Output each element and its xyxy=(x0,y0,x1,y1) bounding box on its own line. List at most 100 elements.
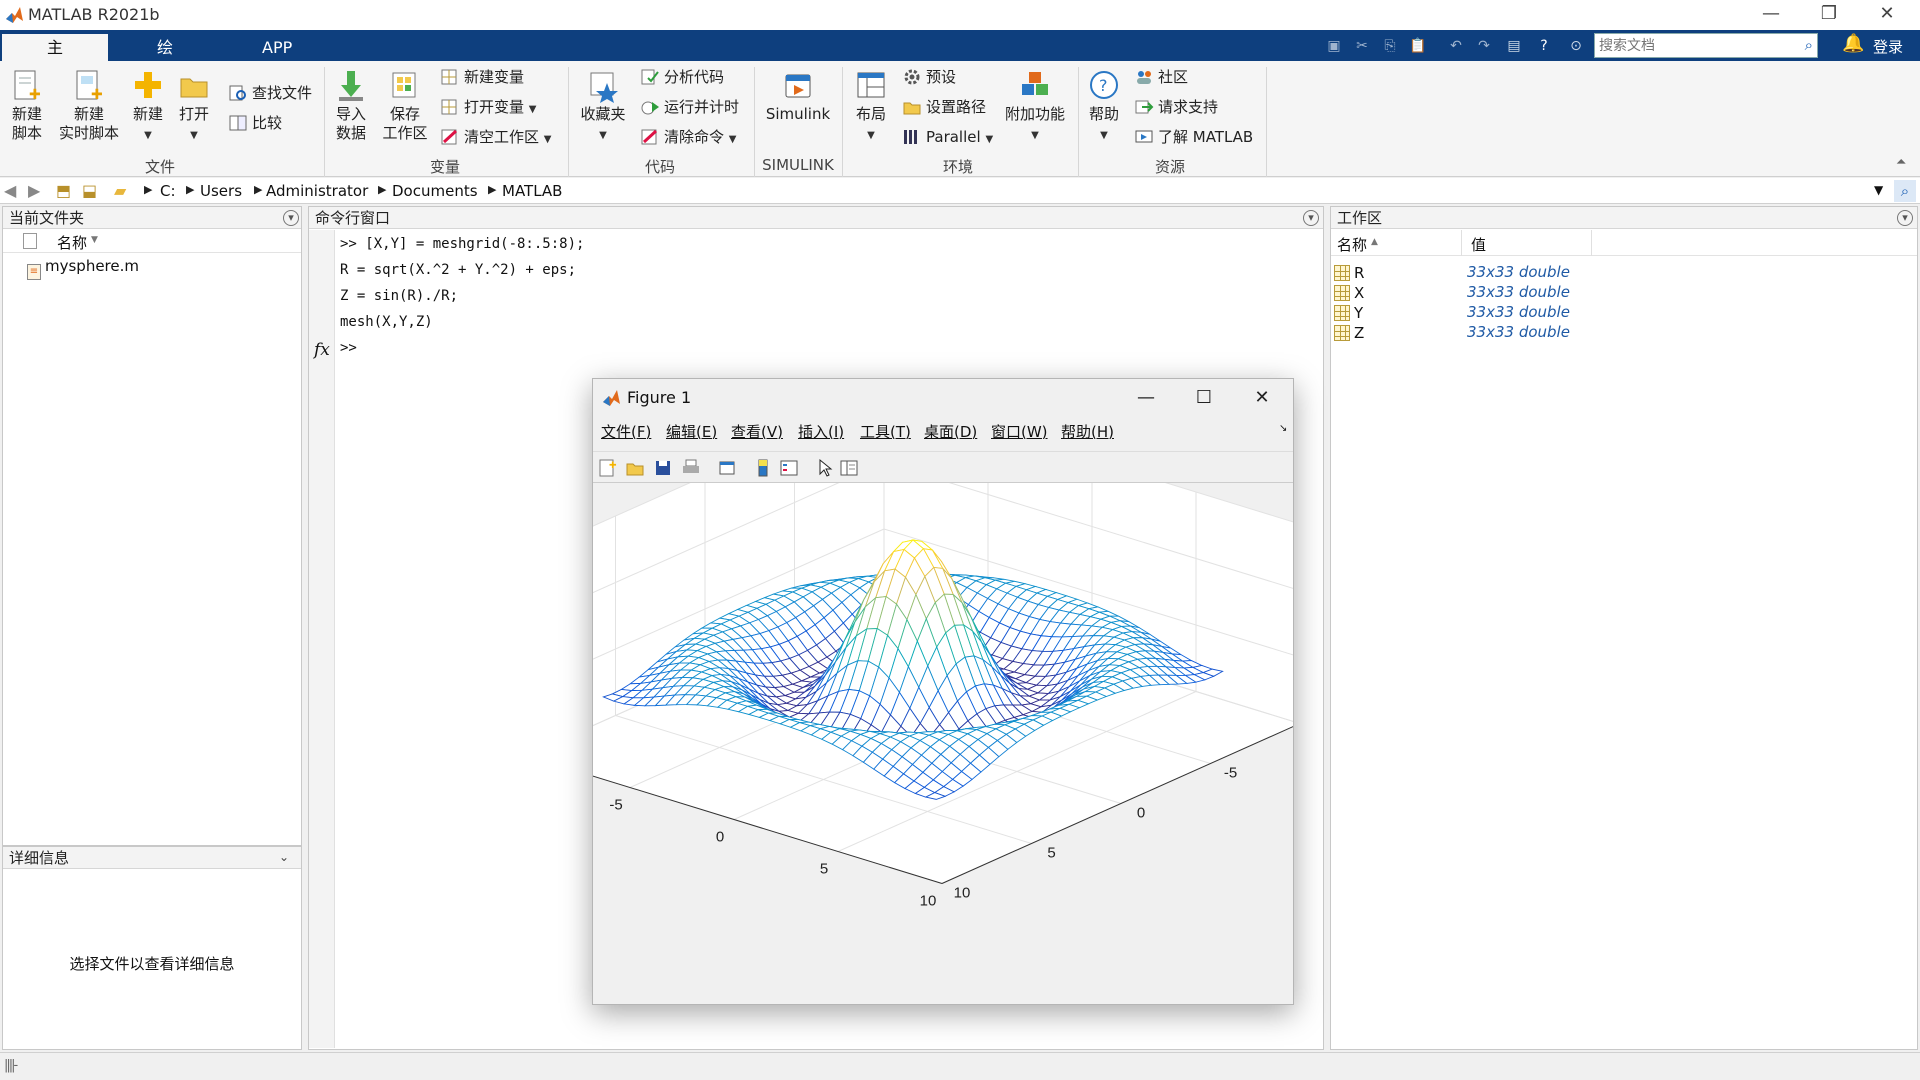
workspace-name-column[interactable]: 名称 xyxy=(1337,234,1367,255)
browse-folder-icon[interactable]: ⬓ xyxy=(82,181,97,200)
current-folder-menu-icon[interactable]: ▾ xyxy=(283,210,299,226)
analyze-code-button[interactable]: 分析代码 xyxy=(640,65,724,89)
options-quick-icon[interactable]: ⊙ xyxy=(1566,36,1586,56)
save-workspace-button[interactable]: 保存 工作区 xyxy=(378,69,432,143)
learn-matlab-button[interactable]: 了解 MATLAB xyxy=(1134,125,1253,149)
open-variable-button[interactable]: 打开变量 ▼ xyxy=(440,95,537,119)
breadcrumb-matlab[interactable]: MATLAB xyxy=(502,182,562,200)
search-documentation-box[interactable]: ⌕ xyxy=(1594,33,1818,58)
open-file-icon[interactable] xyxy=(625,458,645,478)
mesh-plot[interactable]: -10-50510-10-50510-0.500.51 xyxy=(593,483,1293,1003)
search-input[interactable] xyxy=(1595,34,1795,57)
parallel-button[interactable]: Parallel ▼ xyxy=(902,125,993,149)
paste-quick-icon[interactable]: 📋 xyxy=(1408,36,1428,56)
new-button[interactable]: 新建 ▼ xyxy=(128,69,168,145)
new-dropdown-icon[interactable]: ▼ xyxy=(144,130,152,141)
open-button[interactable]: 打开 ▼ xyxy=(174,69,214,145)
new-script-button[interactable]: ✚ 新建 脚本 xyxy=(4,69,50,143)
favorites-dropdown-icon[interactable]: ▼ xyxy=(599,130,607,141)
breadcrumb-documents[interactable]: Documents xyxy=(392,182,478,200)
import-data-button[interactable]: 导入 数据 xyxy=(330,69,372,143)
clear-commands-button[interactable]: 清除命令 ▼ xyxy=(640,125,737,149)
forward-arrow-icon[interactable]: ▶ xyxy=(28,181,40,200)
command-window-menu-icon[interactable]: ▾ xyxy=(1303,210,1319,226)
request-support-button[interactable]: 请求支持 xyxy=(1134,95,1218,119)
new-figure-icon[interactable]: ✚ xyxy=(597,458,617,478)
help-quick-icon[interactable]: ? xyxy=(1534,36,1554,56)
layout-dropdown-icon[interactable]: ▼ xyxy=(867,130,875,141)
workspace-row[interactable]: X xyxy=(1334,283,1364,303)
new-variable-button[interactable]: 新建变量 xyxy=(440,65,524,89)
addons-button[interactable]: 附加功能 ▼ xyxy=(1000,69,1070,145)
insert-legend-icon[interactable] xyxy=(779,458,799,478)
figure-dock-icon[interactable]: ↘ xyxy=(1279,423,1287,434)
figure-menu-edit[interactable]: 编辑(E) xyxy=(666,421,717,442)
sort-caret-icon[interactable]: ▼ xyxy=(91,235,98,245)
save-figure-icon[interactable] xyxy=(653,458,673,478)
edit-plot-pointer-icon[interactable] xyxy=(815,458,835,478)
undo-quick-icon[interactable]: ↶ xyxy=(1446,36,1466,56)
address-dropdown-icon[interactable]: ▼ xyxy=(1874,183,1883,197)
breadcrumb-users[interactable]: Users xyxy=(200,182,242,200)
breadcrumb-c[interactable]: C: xyxy=(160,182,176,200)
insert-colorbar-icon[interactable] xyxy=(753,458,773,478)
community-button[interactable]: 社区 xyxy=(1134,65,1188,89)
close-button[interactable]: ✕ xyxy=(1858,0,1916,30)
login-button[interactable]: 登录 xyxy=(1873,36,1903,57)
workspace-row[interactable]: R xyxy=(1334,263,1364,283)
sort-ascending-icon[interactable]: ▲ xyxy=(1371,237,1378,247)
workspace-menu-icon[interactable]: ▾ xyxy=(1897,210,1913,226)
figure-minimize-button[interactable]: — xyxy=(1123,383,1169,413)
redo-quick-icon[interactable]: ↷ xyxy=(1474,36,1494,56)
figure-menu-window[interactable]: 窗口(W) xyxy=(991,421,1048,442)
figure-menu-insert[interactable]: 插入(I) xyxy=(798,421,844,442)
figure-menu-desktop[interactable]: 桌面(D) xyxy=(924,421,977,442)
back-arrow-icon[interactable]: ◀ xyxy=(4,181,16,200)
new-live-script-button[interactable]: ✚ 新建 实时脚本 xyxy=(54,69,124,143)
favorites-button[interactable]: 收藏夹 ▼ xyxy=(576,69,630,145)
figure-maximize-button[interactable]: ☐ xyxy=(1181,383,1227,413)
figure-menu-tools[interactable]: 工具(T) xyxy=(860,421,911,442)
fx-function-browser-icon[interactable]: fx xyxy=(314,340,330,360)
link-plot-icon[interactable] xyxy=(717,458,737,478)
help-button[interactable]: ? 帮助 ▼ xyxy=(1084,69,1124,145)
workspace-row[interactable]: Z xyxy=(1334,323,1364,343)
clear-workspace-button[interactable]: 清空工作区 ▼ xyxy=(440,125,552,149)
save-quick-icon[interactable]: ▣ xyxy=(1324,36,1344,56)
find-files-button[interactable]: 查找文件 xyxy=(228,81,312,105)
switch-windows-icon[interactable]: ▤ xyxy=(1504,36,1524,56)
workspace-value-column[interactable]: 值 xyxy=(1471,234,1486,255)
tab-apps[interactable]: APP xyxy=(222,34,328,61)
cut-quick-icon[interactable]: ✂ xyxy=(1352,36,1372,56)
set-path-button[interactable]: 设置路径 xyxy=(902,95,986,119)
search-icon[interactable]: ⌕ xyxy=(1805,36,1813,54)
simulink-button[interactable]: Simulink xyxy=(762,69,834,124)
figure-close-button[interactable]: ✕ xyxy=(1239,383,1285,413)
address-search-icon[interactable]: ⌕ xyxy=(1894,180,1916,202)
copy-quick-icon[interactable]: ⎘ xyxy=(1380,36,1400,56)
parallel-dropdown-icon[interactable]: ▼ xyxy=(985,134,993,145)
figure-menu-file[interactable]: 文件(F) xyxy=(601,421,651,442)
property-inspector-icon[interactable] xyxy=(839,458,859,478)
addons-dropdown-icon[interactable]: ▼ xyxy=(1031,130,1039,141)
breadcrumb-administrator[interactable]: Administrator xyxy=(266,182,368,200)
run-and-time-button[interactable]: 运行并计时 xyxy=(640,95,739,119)
workspace-row[interactable]: Y xyxy=(1334,303,1363,323)
layout-button[interactable]: 布局 ▼ xyxy=(850,69,892,145)
file-list-item[interactable]: ≡ mysphere.m xyxy=(27,257,139,280)
figure-menu-view[interactable]: 查看(V) xyxy=(731,421,783,442)
open-variable-dropdown-icon[interactable]: ▼ xyxy=(529,104,537,115)
clear-commands-dropdown-icon[interactable]: ▼ xyxy=(729,134,737,145)
figure-window[interactable]: Figure 1 — ☐ ✕ 文件(F) 编辑(E) 查看(V) 插入(I) 工… xyxy=(592,378,1294,1005)
notification-bell-icon[interactable]: 🔔 xyxy=(1842,33,1864,54)
help-dropdown-icon[interactable]: ▼ xyxy=(1100,130,1108,141)
clear-workspace-dropdown-icon[interactable]: ▼ xyxy=(544,134,552,145)
preferences-button[interactable]: 预设 xyxy=(902,65,956,89)
up-folder-icon[interactable]: ⬒ xyxy=(56,181,71,200)
restore-button[interactable]: ❐ xyxy=(1800,0,1858,30)
figure-menu-help[interactable]: 帮助(H) xyxy=(1061,421,1114,442)
details-collapse-icon[interactable]: ⌄ xyxy=(279,850,289,864)
tab-plots[interactable]: 绘图 xyxy=(112,34,218,84)
minimize-button[interactable]: — xyxy=(1742,0,1800,30)
compare-button[interactable]: 比较 xyxy=(228,111,282,135)
